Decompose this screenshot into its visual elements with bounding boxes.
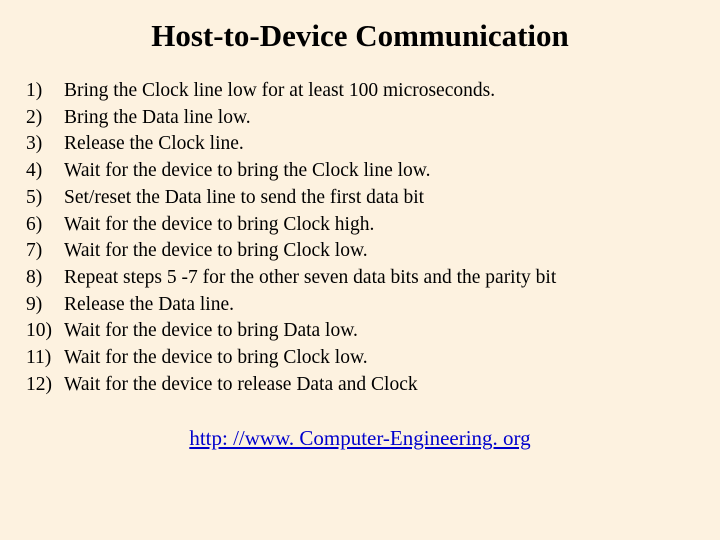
step-number: 4) — [26, 158, 64, 185]
list-item: 9) Release the Data line. — [26, 292, 700, 319]
list-item: 11) Wait for the device to bring Clock l… — [26, 345, 700, 372]
step-text: Set/reset the Data line to send the firs… — [64, 185, 700, 212]
step-text: Release the Clock line. — [64, 131, 700, 158]
step-number: 11) — [26, 345, 64, 372]
source-link[interactable]: http: //www. Computer-Engineering. org — [189, 426, 530, 450]
step-text: Wait for the device to release Data and … — [64, 372, 700, 399]
slide-container: Host-to-Device Communication 1) Bring th… — [0, 0, 720, 540]
step-number: 9) — [26, 292, 64, 319]
list-item: 5) Set/reset the Data line to send the f… — [26, 185, 700, 212]
step-number: 3) — [26, 131, 64, 158]
step-text: Bring the Data line low. — [64, 105, 700, 132]
list-item: 6) Wait for the device to bring Clock hi… — [26, 212, 700, 239]
step-number: 6) — [26, 212, 64, 239]
step-number: 7) — [26, 238, 64, 265]
step-text: Wait for the device to bring Clock low. — [64, 345, 700, 372]
footer: http: //www. Computer-Engineering. org — [20, 426, 700, 451]
step-text: Release the Data line. — [64, 292, 700, 319]
step-text: Repeat steps 5 -7 for the other seven da… — [64, 265, 700, 292]
list-item: 7) Wait for the device to bring Clock lo… — [26, 238, 700, 265]
step-number: 1) — [26, 78, 64, 105]
step-number: 12) — [26, 372, 64, 399]
page-title: Host-to-Device Communication — [20, 18, 700, 54]
step-text: Wait for the device to bring Clock high. — [64, 212, 700, 239]
step-text: Bring the Clock line low for at least 10… — [64, 78, 700, 105]
step-number: 8) — [26, 265, 64, 292]
list-item: 10) Wait for the device to bring Data lo… — [26, 318, 700, 345]
list-item: 1) Bring the Clock line low for at least… — [26, 78, 700, 105]
step-text: Wait for the device to bring the Clock l… — [64, 158, 700, 185]
step-text: Wait for the device to bring Data low. — [64, 318, 700, 345]
list-item: 12) Wait for the device to release Data … — [26, 372, 700, 399]
step-text: Wait for the device to bring Clock low. — [64, 238, 700, 265]
list-item: 2) Bring the Data line low. — [26, 105, 700, 132]
step-number: 10) — [26, 318, 64, 345]
list-item: 4) Wait for the device to bring the Cloc… — [26, 158, 700, 185]
step-number: 5) — [26, 185, 64, 212]
list-item: 3) Release the Clock line. — [26, 131, 700, 158]
list-item: 8) Repeat steps 5 -7 for the other seven… — [26, 265, 700, 292]
steps-list: 1) Bring the Clock line low for at least… — [20, 78, 700, 398]
step-number: 2) — [26, 105, 64, 132]
